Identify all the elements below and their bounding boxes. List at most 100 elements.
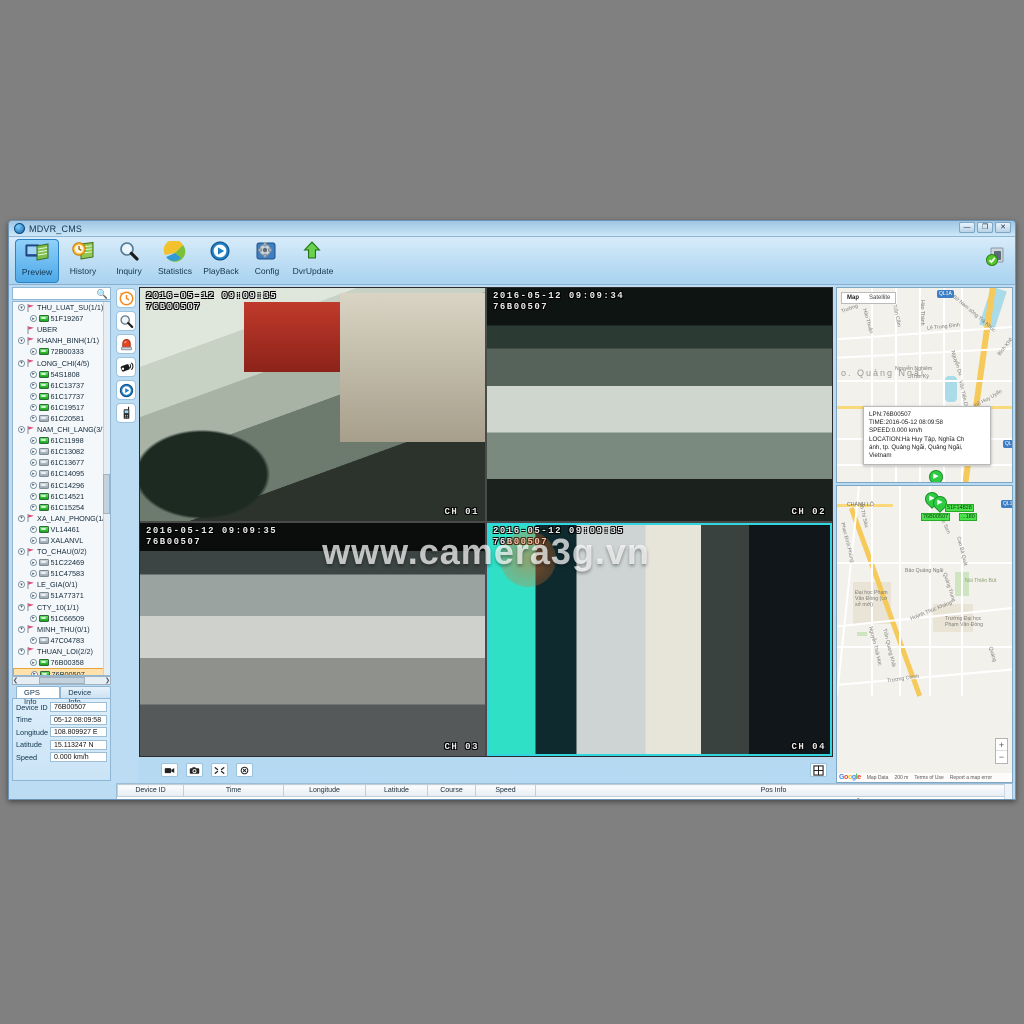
tree-device-item[interactable]: ▸ 61C15254 [13,502,110,513]
tree-expander-icon[interactable]: ▸ [30,370,37,378]
device-tree[interactable]: ▾ THU_LUAT_SU(1/1) ▸ 51F19267 UBER ▾ KHANH_BIN… [12,301,111,676]
tree-group-item[interactable]: UBER [13,324,110,335]
alarm-siren-icon[interactable] [116,334,136,354]
tree-scrollbar[interactable] [103,302,110,675]
search-icon[interactable] [116,311,136,331]
col-device-id[interactable]: Device ID [117,784,184,797]
tree-horizontal-scrollbar[interactable]: ❮ ❯ [12,676,111,685]
tree-device-item[interactable]: ▸ 61C13082 [13,446,110,457]
tree-group-item[interactable]: ▾ XA_LAN_PHONG(1/ [13,513,110,524]
toolbar-item-playback[interactable]: PlayBack [199,239,243,283]
map-type-map[interactable]: Map [842,293,864,303]
tree-expander-icon[interactable]: ▸ [30,503,37,511]
col-speed[interactable]: Speed [475,784,536,797]
tree-device-item[interactable]: ▸ 61C14095 [13,468,110,479]
tree-expander-icon[interactable]: ▸ [30,437,37,445]
map-zoom-control[interactable]: + − [995,738,1008,764]
tree-expander-icon[interactable]: ▸ [30,636,37,644]
value-latitude[interactable]: 15.113247 N [50,739,107,750]
value-device-id[interactable]: 76B00507 [50,702,107,712]
tree-expander-icon[interactable]: ▸ [30,525,37,533]
tree-device-item[interactable]: ▸ 61C14521 [13,491,110,502]
map-terms-link[interactable]: Terms of Use [914,775,943,781]
tree-expander-icon[interactable]: ▸ [30,448,37,456]
table-row[interactable]: Xe60C174132016-05-12 08:09:58106.629347 … [117,796,1012,799]
tree-scroll-thumb[interactable] [103,473,110,514]
tree-device-item[interactable]: ▸ 61C20581 [13,413,110,424]
tree-device-item[interactable]: ▸ 61C19517 [13,402,110,413]
tree-device-item[interactable]: ▸ 51C22469 [13,557,110,568]
col-course[interactable]: Course [427,784,476,797]
tree-expander-icon[interactable]: ▸ [30,315,37,323]
tree-device-item[interactable]: ▸ VL14461 [13,524,110,535]
tree-expander-icon[interactable]: ▾ [18,581,25,589]
tree-expander-icon[interactable]: ▸ [30,348,37,356]
tree-hscroll-thumb[interactable] [38,677,85,684]
tree-device-item[interactable]: ▸ 47C04783 [13,635,110,646]
tree-expander-icon[interactable]: ▾ [18,514,25,522]
col-pos-info[interactable]: Pos Info [535,784,1012,797]
map-bottom[interactable]: CHÁNH LỘ Bảo Quảng Ngãi Núi Thiên Bút Đạ… [836,485,1013,783]
tree-expander-icon[interactable]: ▾ [18,548,25,556]
tree-device-item[interactable]: ▸ 54S1808 [13,369,110,380]
scroll-right-arrow[interactable]: ❯ [105,677,110,684]
tree-expander-icon[interactable]: ▸ [30,481,37,489]
col-latitude[interactable]: Latitude [365,784,428,797]
tree-group-item[interactable]: ▾ THUAN_LOI(2/2) [13,646,110,657]
toolbar-item-statistics[interactable]: Statistics [153,239,197,283]
tree-expander-icon[interactable]: ▾ [18,426,25,434]
map-top[interactable]: o. Quảng Ngãi Lê Trung Đình Nguyễn Nghiê… [836,287,1013,483]
tree-device-item[interactable]: ▸ 72B00333 [13,346,110,357]
value-speed[interactable]: 0.000 km/h [50,752,107,762]
value-longitude[interactable]: 108.809927 E [50,727,107,737]
tree-expander-icon[interactable]: ▸ [30,414,37,422]
toolbar-item-preview[interactable]: Preview [15,239,59,283]
maximize-button[interactable]: ❐ [977,222,993,233]
tree-device-item[interactable]: ▸ XALANVL [13,535,110,546]
tree-expander-icon[interactable]: ▸ [30,392,37,400]
tree-group-item[interactable]: ▾ THU_LUAT_SU(1/1) [13,302,110,313]
tab-device-info[interactable]: Device Info [60,686,111,706]
tree-device-item[interactable]: ▸ 61C14296 [13,480,110,491]
snapshot-camera-icon[interactable] [186,763,203,777]
tree-group-item[interactable]: ▾ NAM_CHI_LANG(3/7 [13,424,110,435]
tree-expander-icon[interactable]: ▸ [30,537,37,545]
tree-device-item[interactable]: ▸ 61C11998 [13,435,110,446]
toolbar-item-config[interactable]: Config [245,239,289,283]
tree-expander-icon[interactable]: ▾ [18,625,25,633]
tree-group-item[interactable]: ▾ KHANH_BINH(1/1) [13,335,110,346]
tree-expander-icon[interactable]: ▸ [30,559,37,567]
fullscreen-icon[interactable] [211,763,228,777]
gps-table[interactable]: Device ID Time Longitude Latitude Course… [116,783,1013,799]
tree-expander-icon[interactable]: ▸ [30,614,37,622]
tree-expander-icon[interactable]: ▸ [30,381,37,389]
close-button[interactable]: ✕ [995,222,1011,233]
tree-expander-icon[interactable]: ▸ [30,459,37,467]
tree-expander-icon[interactable]: ▾ [18,647,25,655]
tree-group-item[interactable]: ▾ LONG_CHI(4/5) [13,357,110,368]
stop-close-icon[interactable] [236,763,253,777]
tree-device-item[interactable]: ▸ 51C47583 [13,568,110,579]
record-video-icon[interactable] [161,763,178,777]
tree-device-item[interactable]: ▸ 51A77371 [13,590,110,601]
tab-gps-info[interactable]: GPS Info [16,686,61,706]
tree-device-item[interactable]: ▸ 61C17737 [13,391,110,402]
tree-expander-icon[interactable]: ▾ [18,337,25,345]
tree-expander-icon[interactable]: ▸ [30,470,37,478]
map-type-control[interactable]: Map Satellite [841,292,897,304]
tree-expander-icon[interactable]: ▾ [18,304,25,312]
tree-expander-icon[interactable]: ▸ [30,403,37,411]
tree-group-item[interactable]: ▾ CTY_10(1/1) [13,602,110,613]
scroll-left-arrow[interactable]: ❮ [13,677,18,684]
play-icon[interactable] [116,380,136,400]
search-input[interactable] [13,288,97,299]
search-icon[interactable]: 🔍 [97,289,108,300]
remote-control-icon[interactable] [116,357,136,377]
tree-expander-icon[interactable]: ▸ [30,659,37,667]
minimize-button[interactable]: — [959,222,975,233]
tree-expander-icon[interactable]: ▸ [30,570,37,578]
tree-expander-icon[interactable]: ▸ [31,670,38,675]
zoom-out-button[interactable]: − [996,751,1007,763]
video-cell-ch03[interactable]: 2016-05-12 09:09:35 76B00507 CH 03 [140,523,485,756]
intercom-icon[interactable] [116,403,136,423]
